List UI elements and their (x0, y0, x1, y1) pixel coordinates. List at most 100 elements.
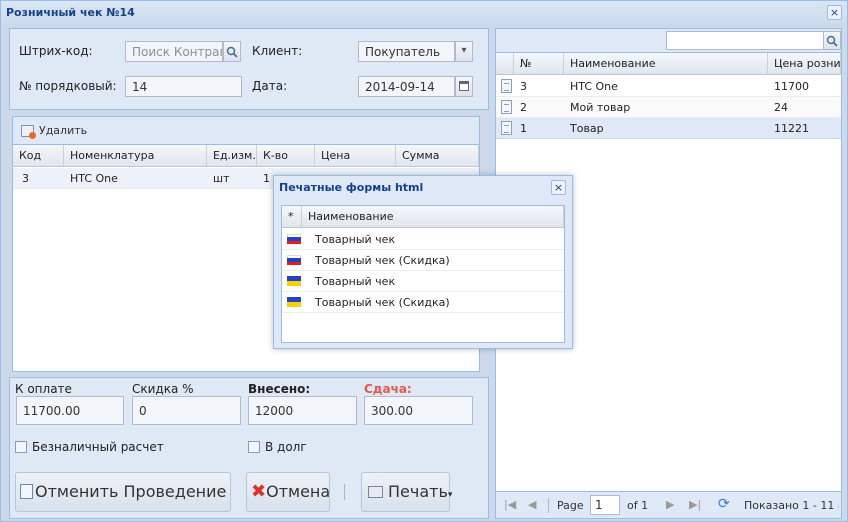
col-form-name[interactable]: Наименование (302, 206, 564, 228)
print-form-row[interactable]: Товарный чек (Скидка) (282, 250, 564, 271)
col-retail-price[interactable]: Цена розницы (768, 53, 841, 75)
last-page-icon[interactable]: ▶| (689, 498, 701, 511)
print-button[interactable]: Печать▾ (361, 472, 453, 512)
page-label: Page (557, 499, 584, 512)
print-form-name: Товарный чек (Скидка) (315, 254, 450, 267)
col-code[interactable]: Код (13, 145, 64, 167)
product-number: 2 (520, 101, 527, 114)
delete-icon (21, 125, 36, 139)
page-number-input[interactable]: 1 (590, 495, 620, 515)
col-qty[interactable]: К-во (257, 145, 315, 167)
chevron-down-icon[interactable]: ▾ (455, 41, 473, 62)
items-toolbar: Удалить (13, 117, 479, 145)
debt-checkbox[interactable] (248, 441, 260, 453)
print-label: Печать (388, 482, 448, 501)
paid-label: Внесено: (248, 382, 311, 396)
discount-input[interactable]: 0 (132, 396, 241, 425)
discount-label: Скидка % (132, 382, 194, 396)
print-form-name: Товарный чек (Скидка) (315, 296, 450, 309)
col-star: * (282, 206, 302, 228)
russian-flag-icon (287, 255, 301, 265)
cell-unit: шт (213, 172, 230, 185)
cancel-label: Отмена (266, 482, 331, 501)
caret-down-icon: ▾ (447, 490, 453, 500)
to-pay-label: К оплате (15, 382, 72, 396)
col-unit[interactable]: Ед.изм. (207, 145, 257, 167)
print-form-row[interactable]: Товарный чек (282, 271, 564, 292)
red-x-icon: ✖ (251, 481, 267, 502)
col-number[interactable]: № (514, 53, 564, 75)
document-icon (501, 100, 512, 114)
product-row-selected[interactable]: 1 Товар 11221 (496, 118, 841, 139)
product-price: 24 (774, 101, 788, 114)
date-label: Дата: (252, 79, 288, 93)
products-search-input[interactable] (666, 31, 824, 50)
printer-icon (368, 486, 383, 498)
search-icon[interactable] (823, 31, 841, 50)
first-page-icon[interactable]: |◀ (504, 498, 516, 511)
print-form-row[interactable]: Товарный чек (Скидка) (282, 292, 564, 313)
barcode-search-input[interactable]: Поиск Контрагента (125, 41, 223, 62)
cashless-label: Безналичный расчет (32, 440, 164, 454)
cancel-button[interactable]: ✖Отмена (246, 472, 330, 512)
toolbar-separator (344, 484, 345, 500)
window-title: Розничный чек №14 (6, 6, 135, 19)
window-header: Розничный чек №14 × (1, 1, 847, 25)
ukrainian-flag-icon (287, 297, 301, 307)
order-number-input[interactable]: 14 (125, 76, 242, 97)
product-name: HTC One (570, 80, 618, 93)
col-nomenclature[interactable]: Номенклатура (64, 145, 207, 167)
print-forms-dialog: Печатные формы html × * Наименование Тов… (273, 175, 573, 349)
cancel-posting-label: Отменить Проведение (35, 482, 227, 501)
print-form-row[interactable]: Товарный чек (282, 229, 564, 250)
ukrainian-flag-icon (287, 276, 301, 286)
col-price[interactable]: Цена (315, 145, 396, 167)
barcode-label: Штрих-код: (19, 44, 93, 58)
refresh-icon[interactable]: ⟳ (718, 496, 730, 512)
close-icon[interactable]: × (551, 180, 566, 195)
display-info: Показано 1 - 11 из 11 (744, 499, 839, 512)
document-icon (501, 79, 512, 93)
cancel-posting-button[interactable]: Отменить Проведение (15, 472, 231, 512)
prev-page-icon[interactable]: ◀ (528, 498, 536, 511)
col-sum[interactable]: Сумма (396, 145, 479, 167)
date-input[interactable]: 2014-09-14 (358, 76, 455, 97)
cell-name: HTC One (70, 172, 118, 185)
product-number: 1 (520, 122, 527, 135)
dialog-title: Печатные формы html (279, 181, 424, 194)
pager-separator (548, 498, 549, 513)
products-pager: |◀ ◀ Page 1 of 1 ▶ ▶| ⟳ Показано 1 - 11 … (496, 491, 841, 518)
close-icon[interactable]: × (827, 5, 842, 20)
russian-flag-icon (287, 234, 301, 244)
client-label: Клиент: (252, 44, 303, 58)
product-name: Товар (570, 122, 604, 135)
client-select[interactable]: Покупатель (358, 41, 455, 62)
change-value: 300.00 (364, 396, 473, 425)
calendar-icon[interactable] (455, 76, 473, 97)
order-number-label: № порядковый: (19, 79, 117, 93)
totals-panel: К оплате 11700.00 Скидка % 0 Внесено: 12… (9, 377, 489, 519)
document-icon (20, 484, 33, 499)
search-icon[interactable] (223, 41, 241, 62)
items-grid-header: Код Номенклатура Ед.изм. К-во Цена Сумма (13, 145, 479, 167)
next-page-icon[interactable]: ▶ (666, 498, 674, 511)
document-icon (501, 121, 512, 135)
print-forms-header: * Наименование (282, 206, 564, 228)
header-form-panel: Штрих-код: Поиск Контрагента Клиент: Пок… (9, 28, 489, 110)
products-toolbar (496, 29, 841, 53)
to-pay-value: 11700.00 (16, 396, 124, 425)
product-price: 11700 (774, 80, 809, 93)
paid-input[interactable]: 12000 (248, 396, 357, 425)
product-price: 11221 (774, 122, 809, 135)
of-pages-label: of 1 (627, 499, 649, 512)
product-number: 3 (520, 80, 527, 93)
change-label: Сдача: (364, 382, 412, 396)
product-name: Мой товар (570, 101, 631, 114)
product-row[interactable]: 3 HTC One 11700 (496, 76, 841, 97)
col-name[interactable]: Наименование (564, 53, 768, 75)
cell-code: 3 (22, 172, 29, 185)
products-grid-header: № Наименование Цена розницы (496, 53, 841, 75)
product-row[interactable]: 2 Мой товар 24 (496, 97, 841, 118)
cashless-checkbox[interactable] (15, 441, 27, 453)
debt-label: В долг (265, 440, 307, 454)
